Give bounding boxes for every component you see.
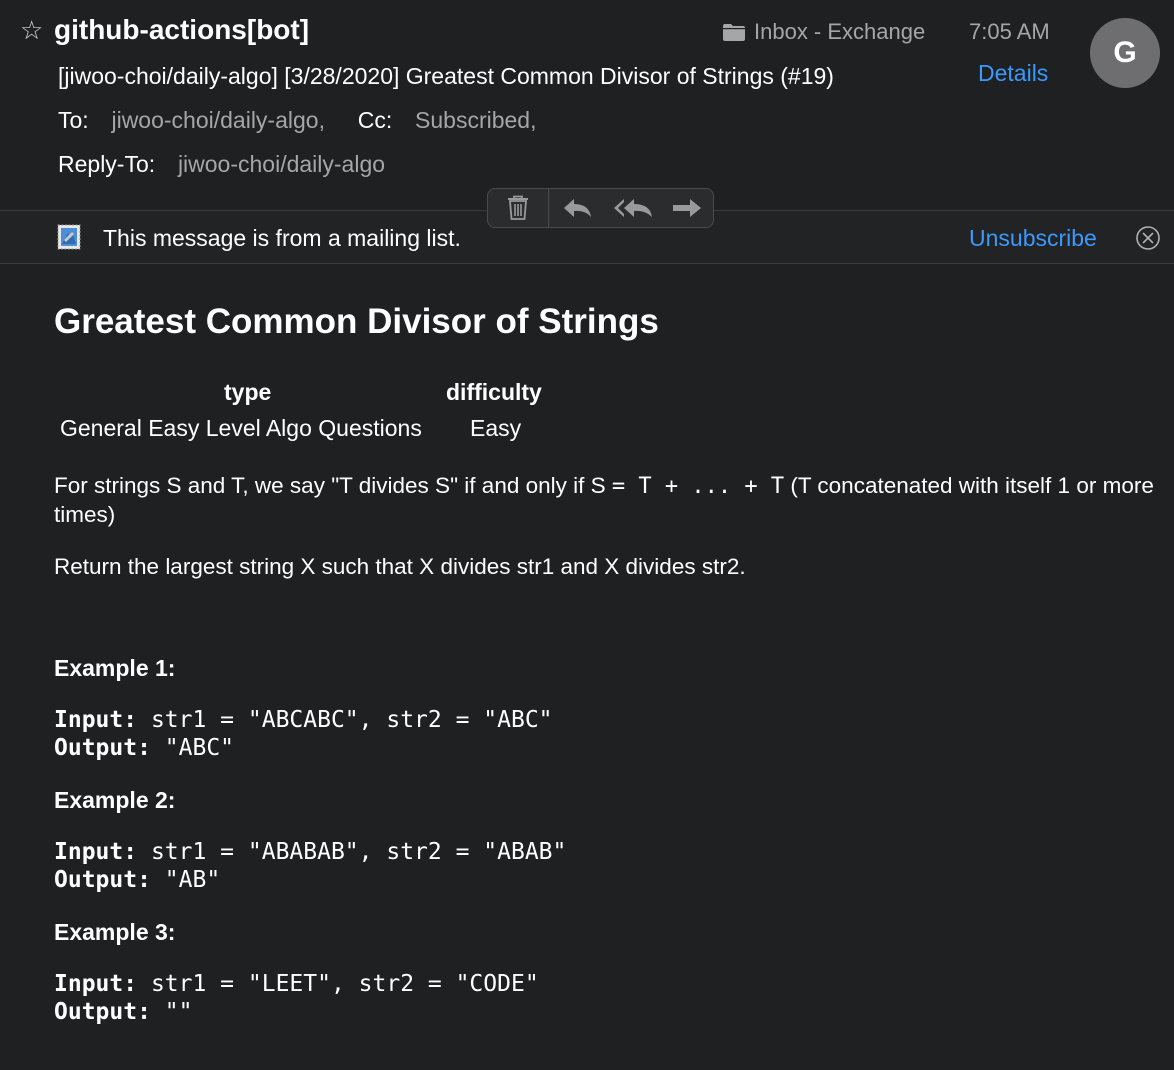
type-value: General Easy Level Algo Questions [60, 415, 422, 441]
cc-address[interactable]: Subscribed, [415, 107, 536, 133]
divider [0, 263, 1174, 264]
output-label: Output: [54, 999, 151, 1025]
forward-icon [673, 199, 701, 217]
sender-name: github-actions[bot] [54, 14, 310, 45]
reply-all-button[interactable] [605, 189, 661, 227]
star-icon[interactable]: ☆ [20, 14, 43, 48]
mailbox-label: Inbox - Exchange [722, 16, 925, 48]
problem-task: Return the largest string X such that X … [54, 554, 746, 579]
to-label: To: [58, 107, 89, 133]
unsubscribe-button[interactable]: Unsubscribe [969, 222, 1097, 254]
example-input: Input: str1 = "ABABAB", str2 = "ABAB" [54, 838, 566, 866]
output-value: "ABC" [150, 735, 235, 761]
mailbox-name: Inbox - Exchange [754, 19, 926, 44]
difficulty-value: Easy [470, 415, 522, 441]
example-heading: Example 1: [54, 655, 176, 681]
to-address[interactable]: jiwoo-choi/daily-algo, [111, 107, 325, 133]
input-value: str1 = "ABABAB", str2 = "ABAB" [137, 839, 567, 865]
output-label: Output: [54, 735, 151, 761]
reply-icon [564, 199, 591, 217]
input-value: str1 = "LEET", str2 = "CODE" [137, 971, 539, 997]
trash-icon [508, 195, 528, 220]
subject-line: [jiwoo-choi/daily-algo] [3/28/2020] Grea… [58, 63, 834, 89]
example-output: Output: "" [54, 998, 192, 1026]
output-label: Output: [54, 867, 151, 893]
mailing-list-text: This message is from a mailing list. [103, 225, 461, 251]
example-heading: Example 2: [54, 787, 176, 813]
message-body: Greatest Common Divisor of Strings type … [54, 296, 1164, 1025]
description-text: For strings S and T, we say "T divides S… [54, 473, 612, 498]
example-input: Input: str1 = "LEET", str2 = "CODE" [54, 970, 539, 998]
email-viewer: ☆ github-actions[bot] Inbox - Exchange 7… [0, 0, 1174, 1070]
details-link[interactable]: Details [978, 57, 1048, 89]
problem-description: For strings S and T, we say "T divides S… [54, 472, 1164, 529]
input-label: Input: [54, 971, 138, 997]
reply-to-row: Reply-To: jiwoo-choi/daily-algo [58, 148, 385, 180]
forward-button[interactable] [661, 189, 713, 227]
reply-button[interactable] [549, 189, 605, 227]
recipients-row: To: jiwoo-choi/daily-algo, Cc: Subscribe… [58, 104, 537, 136]
body-title: Greatest Common Divisor of Strings [54, 302, 659, 341]
received-time: 7:05 AM [969, 19, 1050, 44]
close-icon[interactable] [1135, 225, 1161, 251]
delete-button[interactable] [488, 189, 549, 227]
example-output: Output: "ABC" [54, 734, 234, 762]
folder-icon [723, 23, 745, 41]
cc-label: Cc: [357, 107, 393, 133]
input-label: Input: [54, 839, 138, 865]
output-value: "AB" [150, 867, 221, 893]
input-value: str1 = "ABCABC", str2 = "ABC" [137, 707, 553, 733]
example-heading: Example 3: [54, 919, 176, 945]
message-header: ☆ github-actions[bot] Inbox - Exchange 7… [0, 0, 1174, 211]
avatar: G [1090, 18, 1160, 88]
input-label: Input: [54, 707, 138, 733]
output-value: "" [150, 999, 193, 1025]
reply-to-label: Reply-To: [58, 151, 156, 177]
mail-stamp-icon [57, 224, 81, 250]
example-input: Input: str1 = "ABCABC", str2 = "ABC" [54, 706, 553, 734]
difficulty-header: difficulty [446, 379, 542, 405]
description-code: = T + ... + T [611, 474, 785, 499]
type-header: type [224, 379, 272, 405]
reply-to-address[interactable]: jiwoo-choi/daily-algo [178, 151, 385, 177]
message-toolbar [487, 188, 714, 228]
reply-all-icon [614, 199, 652, 217]
example-output: Output: "AB" [54, 866, 220, 894]
